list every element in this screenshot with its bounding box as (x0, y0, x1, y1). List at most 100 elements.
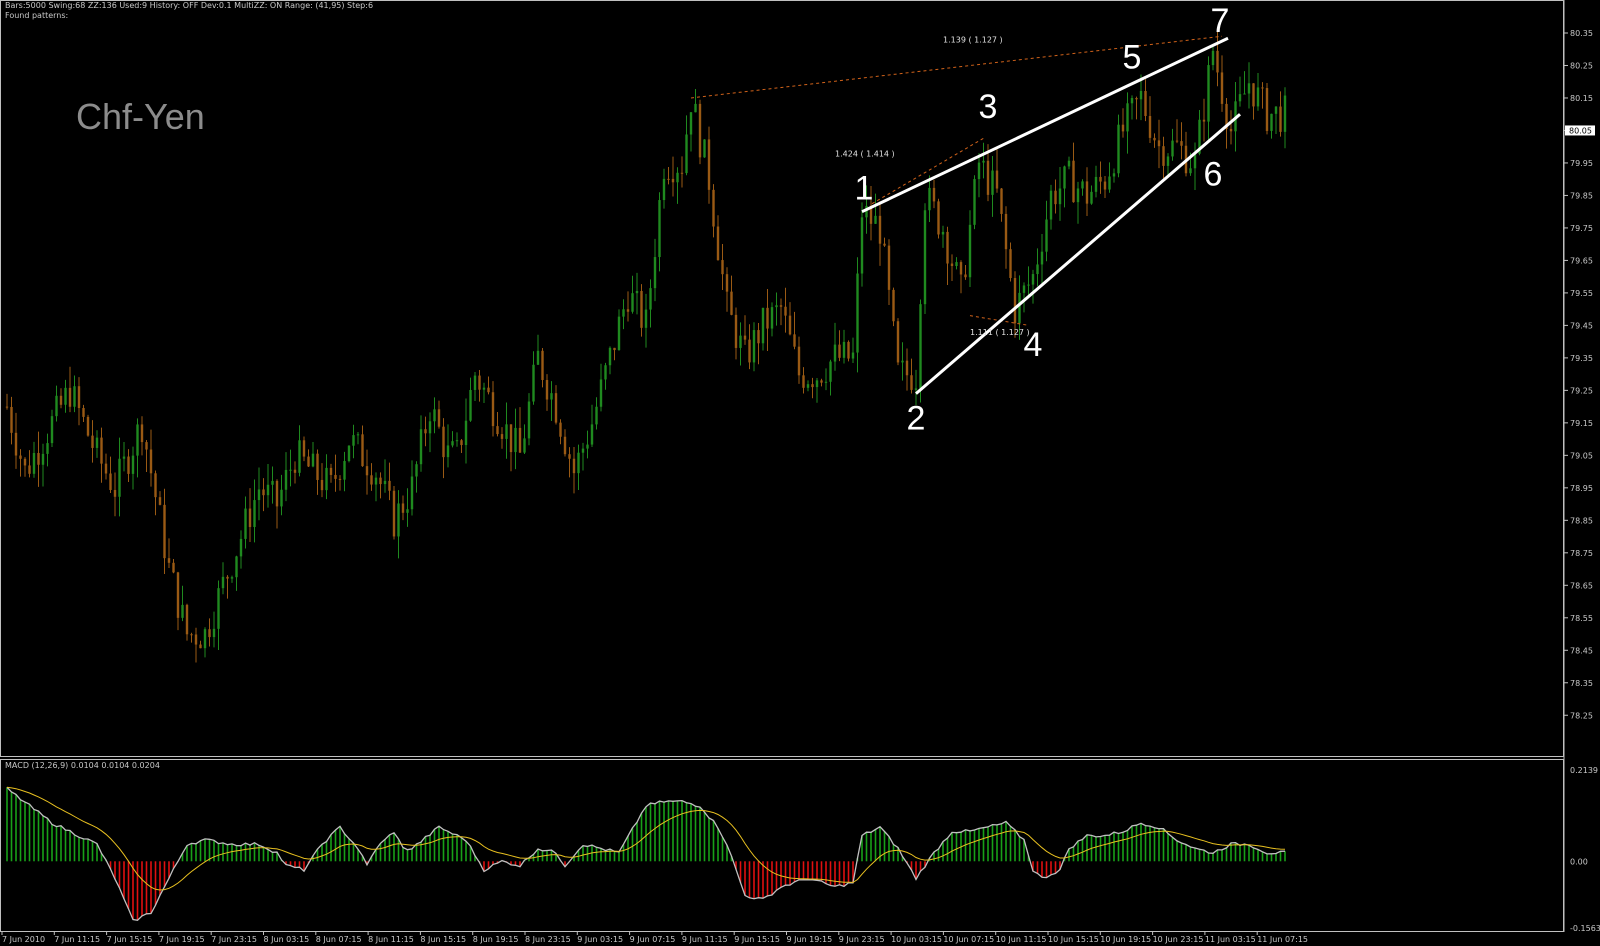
price-candle (550, 393, 553, 400)
price-candle (779, 305, 783, 307)
price-candle (1261, 87, 1264, 89)
price-candle (838, 344, 841, 358)
price-candle (1076, 188, 1080, 203)
price-candle (563, 436, 567, 455)
price-candle (712, 189, 715, 227)
lower-trendline (915, 113, 1241, 395)
price-candle (190, 634, 193, 636)
price-candle (91, 435, 94, 448)
price-candle (1144, 90, 1147, 117)
price-tick-label: 79.05 (1570, 451, 1593, 460)
price-candle (518, 427, 522, 453)
price-candle (118, 458, 121, 497)
price-candle (185, 604, 189, 635)
price-candle (280, 489, 283, 507)
macd-tick-label: -0.1563 (1570, 924, 1600, 933)
price-candle (50, 416, 54, 444)
price-candle (5, 406, 9, 408)
time-tick-label: 9 Jun 11:15 (682, 935, 728, 944)
price-candle (262, 489, 265, 496)
price-candle (761, 307, 765, 344)
price-candle (995, 170, 999, 189)
price-candle (793, 334, 796, 347)
price-candle (478, 375, 481, 390)
price-candle (527, 401, 531, 439)
price-candle (365, 466, 369, 476)
price-candle (833, 344, 837, 362)
upper-trendline (861, 36, 1229, 214)
price-candle (523, 438, 526, 453)
price-candle (649, 288, 652, 310)
price-candle (203, 629, 207, 649)
price-candle (433, 409, 436, 422)
price-candle (586, 444, 589, 449)
price-candle (145, 442, 148, 450)
price-candle (1189, 168, 1192, 174)
price-candle (469, 389, 472, 421)
price-candle (208, 629, 211, 638)
price-candle (1180, 141, 1183, 146)
price-candle (730, 291, 733, 315)
price-candle (896, 321, 900, 363)
price-candle (307, 456, 310, 467)
price-candle (721, 260, 724, 275)
price-candle (784, 306, 787, 316)
price-candle (626, 309, 630, 312)
price-candle (140, 424, 144, 443)
price-candle (275, 480, 279, 507)
price-candle (932, 187, 936, 202)
fib-line-top (690, 35, 1223, 99)
price-tick-label: 80.35 (1570, 29, 1593, 38)
time-tick-label: 7 Jun 15:15 (107, 935, 153, 944)
fib-ratio-label: 1.424 ( 1.414 ) (835, 149, 895, 158)
price-candle (887, 245, 891, 290)
price-candle (1121, 124, 1125, 132)
price-candle (514, 427, 517, 453)
price-candle (829, 361, 832, 382)
price-candle (545, 379, 549, 400)
price-candle (383, 480, 387, 485)
price-candle (802, 375, 805, 388)
price-candle (878, 215, 882, 244)
price-candle (491, 392, 495, 427)
price-candle (824, 381, 828, 383)
price-candle (73, 386, 76, 407)
price-candle (37, 452, 40, 465)
price-candle (991, 170, 994, 195)
price-candle (613, 347, 616, 351)
price-candle (442, 426, 445, 458)
price-candle (1045, 219, 1048, 252)
price-candle (1058, 188, 1062, 205)
price-candle (986, 160, 990, 195)
fib-line-1-3 (871, 137, 985, 205)
price-candle (1072, 160, 1075, 203)
price-candle (19, 455, 22, 459)
price-candle (820, 380, 823, 383)
price-candle (343, 461, 346, 480)
price-tick-label: 78.75 (1570, 549, 1593, 558)
price-candle (770, 307, 774, 329)
price-candle (14, 432, 18, 456)
price-candle (883, 243, 886, 246)
current-price-label: 80.05 (1569, 126, 1592, 135)
macd-tick-label: 0.00 (1570, 857, 1588, 866)
price-candle (599, 379, 603, 407)
price-candle (950, 263, 954, 267)
chart-canvas[interactable]: 80.35 80.25 80.15 80.05 79.95 79.85 79.75 79.65… (0, 0, 1600, 946)
price-candle (181, 604, 184, 618)
price-candle (811, 384, 814, 388)
price-tick-label: 79.75 (1570, 224, 1593, 233)
price-candle (694, 103, 697, 113)
price-candle (577, 452, 580, 474)
price-candle (923, 210, 927, 305)
price-candle (1004, 213, 1008, 250)
price-candle (212, 628, 216, 638)
price-candle (451, 441, 454, 446)
price-candle (905, 360, 909, 376)
price-tick-label: 78.65 (1570, 581, 1593, 590)
time-tick-label: 9 Jun 19:15 (787, 935, 833, 944)
price-candle (221, 576, 225, 589)
price-candle (293, 469, 297, 473)
price-candle (554, 393, 558, 423)
price-candle (64, 387, 67, 405)
